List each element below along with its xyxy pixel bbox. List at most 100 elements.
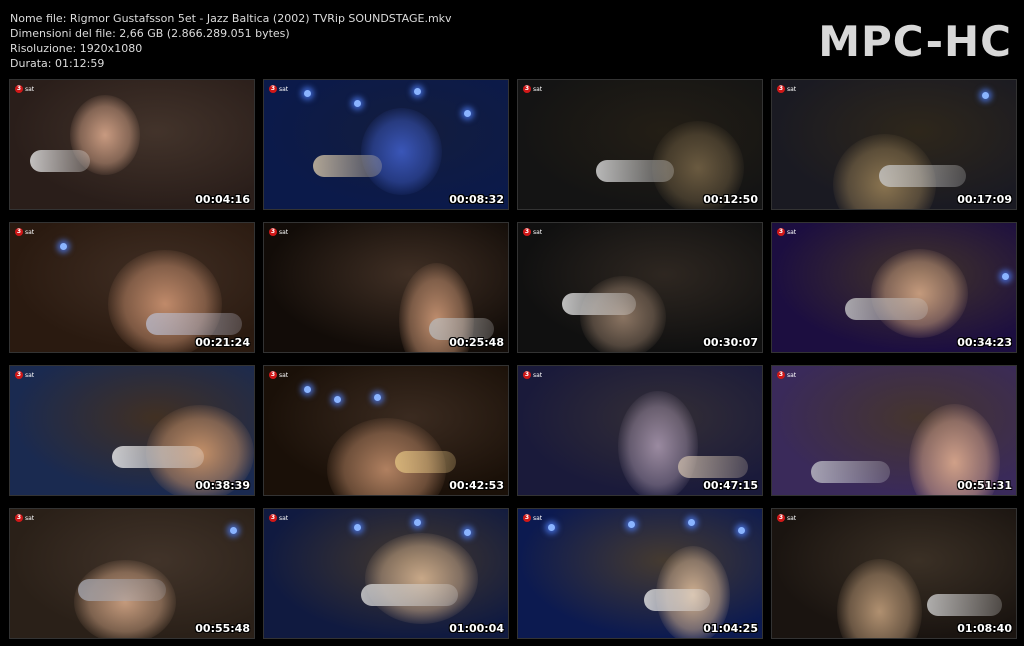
channel-logo-badge: 3 bbox=[523, 85, 531, 93]
accent-object bbox=[644, 589, 710, 611]
stage-light bbox=[304, 386, 311, 393]
channel-logo: 3 sat bbox=[269, 228, 288, 236]
video-thumbnail: 3 sat 00:21:24 bbox=[9, 222, 255, 353]
channel-logo-badge: 3 bbox=[15, 228, 23, 236]
stage-light bbox=[628, 521, 635, 528]
channel-logo-text: sat bbox=[533, 514, 543, 522]
channel-logo: 3 sat bbox=[15, 85, 34, 93]
channel-logo-badge: 3 bbox=[777, 514, 785, 522]
accent-object bbox=[313, 155, 382, 177]
accent-object bbox=[845, 298, 928, 320]
video-thumbnail: 3 sat 00:25:48 bbox=[263, 222, 509, 353]
accent-object bbox=[78, 579, 166, 601]
stage-light bbox=[354, 100, 361, 107]
accent-object bbox=[678, 456, 748, 478]
accent-object bbox=[361, 584, 458, 606]
video-thumbnail: 3 sat 00:08:32 bbox=[263, 79, 509, 210]
channel-logo: 3 sat bbox=[269, 371, 288, 379]
channel-logo-text: sat bbox=[279, 228, 289, 236]
video-thumbnail: 3 sat 00:51:31 bbox=[771, 365, 1017, 496]
channel-logo-badge: 3 bbox=[269, 514, 277, 522]
frame-image bbox=[264, 223, 508, 352]
channel-logo-badge: 3 bbox=[523, 228, 531, 236]
duration: Durata: 01:12:59 bbox=[10, 57, 105, 70]
timestamp-label: 01:08:40 bbox=[957, 622, 1012, 635]
timestamp-label: 00:21:24 bbox=[195, 336, 250, 349]
stage-light bbox=[688, 519, 695, 526]
frame-image bbox=[10, 509, 254, 638]
video-thumbnail: 3 sat 00:42:53 bbox=[263, 365, 509, 496]
stage-light bbox=[548, 524, 555, 531]
stage-light bbox=[374, 394, 381, 401]
channel-logo-text: sat bbox=[279, 514, 289, 522]
video-thumbnail: 3 sat 00:04:16 bbox=[9, 79, 255, 210]
video-thumbnail: 3 sat 00:55:48 bbox=[9, 508, 255, 639]
video-thumbnail: 3 sat 01:08:40 bbox=[771, 508, 1017, 639]
channel-logo-badge: 3 bbox=[269, 228, 277, 236]
timestamp-label: 01:00:04 bbox=[449, 622, 504, 635]
video-thumbnail: 3 sat 00:17:09 bbox=[771, 79, 1017, 210]
timestamp-label: 00:25:48 bbox=[449, 336, 504, 349]
frame-image bbox=[772, 366, 1016, 495]
stage-light bbox=[464, 110, 471, 117]
channel-logo: 3 sat bbox=[269, 514, 288, 522]
performer-figure bbox=[837, 559, 922, 638]
resolution: Risoluzione: 1920x1080 bbox=[10, 42, 143, 55]
channel-logo-badge: 3 bbox=[523, 371, 531, 379]
timestamp-label: 00:42:53 bbox=[449, 479, 504, 492]
channel-logo-text: sat bbox=[787, 514, 797, 522]
stage-light bbox=[230, 527, 237, 534]
channel-logo-badge: 3 bbox=[777, 85, 785, 93]
channel-logo-badge: 3 bbox=[15, 514, 23, 522]
video-thumbnail: 3 sat 01:04:25 bbox=[517, 508, 763, 639]
frame-image bbox=[10, 366, 254, 495]
channel-logo-text: sat bbox=[279, 371, 289, 379]
frame-image bbox=[518, 80, 762, 209]
video-thumbnail: 3 sat 00:30:07 bbox=[517, 222, 763, 353]
channel-logo-text: sat bbox=[533, 85, 543, 93]
stage-light bbox=[464, 529, 471, 536]
performer-figure bbox=[871, 249, 968, 338]
timestamp-label: 00:12:50 bbox=[703, 193, 758, 206]
channel-logo-badge: 3 bbox=[269, 371, 277, 379]
performer-figure bbox=[365, 533, 478, 624]
channel-logo-text: sat bbox=[787, 228, 797, 236]
file-info: Nome file: Rigmor Gustafsson 5et - Jazz … bbox=[10, 11, 610, 71]
accent-object bbox=[30, 150, 90, 172]
timestamp-label: 00:08:32 bbox=[449, 193, 504, 206]
accent-object bbox=[927, 594, 1002, 616]
stage-light bbox=[414, 88, 421, 95]
channel-logo-badge: 3 bbox=[15, 371, 23, 379]
channel-logo-text: sat bbox=[279, 85, 289, 93]
channel-logo: 3 sat bbox=[523, 228, 542, 236]
accent-object bbox=[596, 160, 674, 182]
timestamp-label: 00:34:23 bbox=[957, 336, 1012, 349]
channel-logo: 3 sat bbox=[523, 514, 542, 522]
frame-image bbox=[772, 509, 1016, 638]
channel-logo: 3 sat bbox=[15, 228, 34, 236]
channel-logo-badge: 3 bbox=[523, 514, 531, 522]
video-thumbnail: 3 sat 00:47:15 bbox=[517, 365, 763, 496]
frame-image bbox=[264, 509, 508, 638]
channel-logo: 3 sat bbox=[523, 85, 542, 93]
accent-object bbox=[112, 446, 204, 468]
stage-light bbox=[60, 243, 67, 250]
channel-logo-text: sat bbox=[25, 228, 35, 236]
accent-object bbox=[395, 451, 456, 473]
accent-object bbox=[879, 165, 966, 187]
timestamp-label: 00:17:09 bbox=[957, 193, 1012, 206]
channel-logo: 3 sat bbox=[523, 371, 542, 379]
performer-figure bbox=[361, 108, 442, 195]
performer-figure bbox=[618, 391, 698, 495]
channel-logo: 3 sat bbox=[269, 85, 288, 93]
timestamp-label: 00:38:39 bbox=[195, 479, 250, 492]
timestamp-label: 01:04:25 bbox=[703, 622, 758, 635]
channel-logo: 3 sat bbox=[15, 514, 34, 522]
file-size: Dimensioni del file: 2,66 GB (2.866.289.… bbox=[10, 27, 290, 40]
video-thumbnail: 3 sat 00:12:50 bbox=[517, 79, 763, 210]
timestamp-label: 00:30:07 bbox=[703, 336, 758, 349]
accent-object bbox=[811, 461, 890, 483]
accent-object bbox=[146, 313, 242, 335]
channel-logo: 3 sat bbox=[777, 371, 796, 379]
channel-logo-text: sat bbox=[25, 85, 35, 93]
